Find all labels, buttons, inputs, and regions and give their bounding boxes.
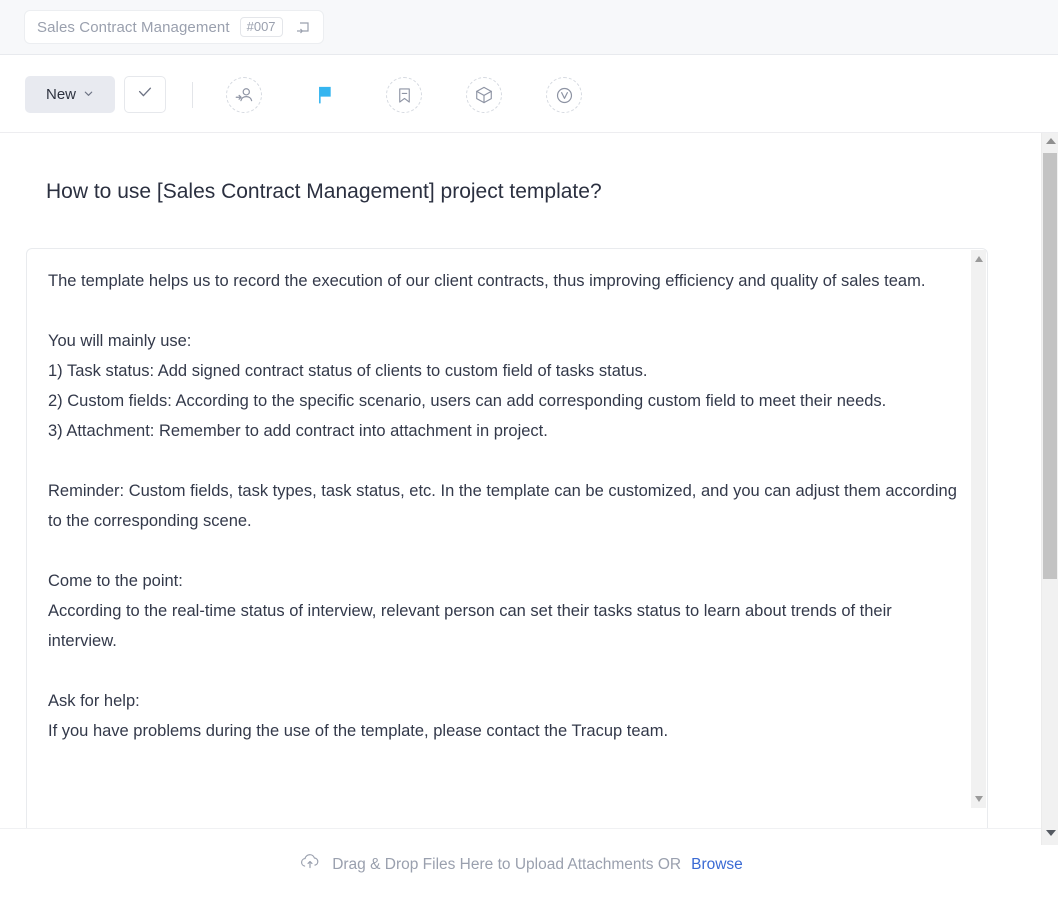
main-toolbar: New xyxy=(0,55,1058,133)
flag-icon[interactable] xyxy=(306,77,342,113)
attachment-dropzone[interactable]: Drag & Drop Files Here to Upload Attachm… xyxy=(0,828,1041,900)
toolbar-divider xyxy=(192,82,193,108)
open-in-new-icon[interactable] xyxy=(293,18,313,36)
tag-bookmark-icon[interactable] xyxy=(386,77,422,113)
tab-id-badge: #007 xyxy=(240,17,283,38)
scroll-down-arrow-icon[interactable] xyxy=(1046,830,1056,836)
tab-title: Sales Contract Management xyxy=(37,19,230,36)
chevron-down-icon xyxy=(83,86,94,104)
scroll-up-arrow-icon[interactable] xyxy=(975,256,983,262)
page-scrollbar-thumb[interactable] xyxy=(1043,153,1057,579)
description-scrollbar[interactable] xyxy=(971,250,986,808)
complete-check-button[interactable] xyxy=(124,76,166,113)
scroll-up-arrow-icon[interactable] xyxy=(1046,138,1056,144)
dropzone-label: Drag & Drop Files Here to Upload Attachm… xyxy=(332,856,681,874)
document-body: How to use [Sales Contract Management] p… xyxy=(0,133,1041,828)
cloud-upload-icon xyxy=(298,850,322,879)
check-icon xyxy=(136,83,154,106)
scroll-down-arrow-icon[interactable] xyxy=(975,796,983,802)
browse-link[interactable]: Browse xyxy=(691,856,743,874)
new-button[interactable]: New xyxy=(25,76,115,113)
tab-sales-contract-management[interactable]: Sales Contract Management #007 xyxy=(24,10,324,44)
cube-icon[interactable] xyxy=(466,77,502,113)
page-scrollbar[interactable] xyxy=(1041,133,1058,845)
browser-tab-bar: Sales Contract Management #007 xyxy=(0,0,1058,55)
assign-user-icon[interactable] xyxy=(226,77,262,113)
description-text: The template helps us to record the exec… xyxy=(48,266,963,746)
new-button-label: New xyxy=(46,86,76,103)
page-title: How to use [Sales Contract Management] p… xyxy=(46,180,602,204)
version-circle-icon[interactable] xyxy=(546,77,582,113)
description-card[interactable]: The template helps us to record the exec… xyxy=(26,248,988,828)
